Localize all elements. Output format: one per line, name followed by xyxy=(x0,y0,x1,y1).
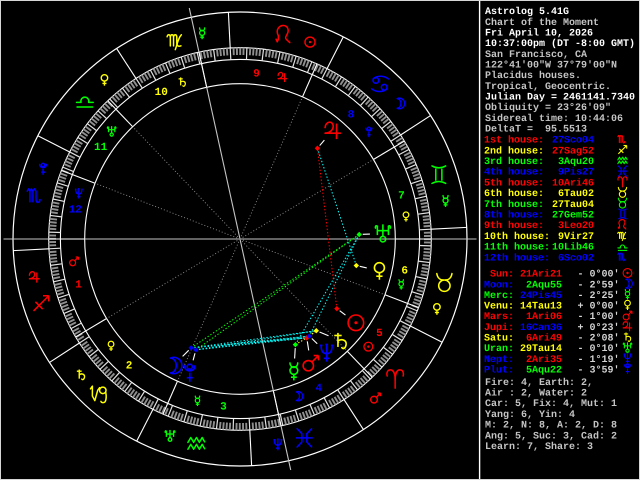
svg-text:Learn: 7, Share: 3: Learn: 7, Share: 3 xyxy=(485,441,593,453)
svg-text:Plut:: Plut: xyxy=(484,364,514,376)
svg-text:9Pis27: 9Pis27 xyxy=(552,167,594,179)
svg-text:10:37:00pm (DT -8:00 GMT): 10:37:00pm (DT -8:00 GMT) xyxy=(485,38,635,50)
svg-text:14Tau13: 14Tau13 xyxy=(520,302,562,313)
svg-text:Mars:: Mars: xyxy=(484,312,514,323)
svg-text:- 1°00': - 1°00' xyxy=(578,311,620,323)
svg-text:122°41'00"W 37°79'00"N: 122°41'00"W 37°79'00"N xyxy=(485,60,617,72)
svg-text:+ 0°23': + 0°23' xyxy=(578,322,620,334)
svg-text:3: 3 xyxy=(220,402,227,414)
svg-text:Placidus houses.: Placidus houses. xyxy=(485,70,581,82)
svg-text:+ 0°00': + 0°00' xyxy=(578,301,620,313)
svg-text:- 3°59': - 3°59' xyxy=(578,364,620,376)
svg-text:DeltaT = 95.5513: DeltaT = 95.5513 xyxy=(485,124,587,136)
svg-text:8: 8 xyxy=(348,109,355,121)
svg-text:Nept:: Nept: xyxy=(484,355,514,366)
svg-text:10th house:: 10th house: xyxy=(484,231,550,243)
svg-text:29Tau14: 29Tau14 xyxy=(520,344,562,355)
svg-text:Uran:: Uran: xyxy=(484,344,514,355)
svg-text:10Ari46: 10Ari46 xyxy=(552,177,594,189)
svg-text:4: 4 xyxy=(315,383,322,395)
svg-text:9Vir27: 9Vir27 xyxy=(552,231,594,243)
svg-text:11th house:: 11th house: xyxy=(484,242,550,254)
svg-text:1st house:: 1st house: xyxy=(484,135,544,147)
svg-text:Chart of the Moment: Chart of the Moment xyxy=(485,17,599,29)
svg-text:8th house:: 8th house: xyxy=(484,210,544,222)
svg-text:5: 5 xyxy=(376,328,383,340)
svg-text:- 0°10': - 0°10' xyxy=(578,343,620,355)
svg-text:Fire: 4, Earth: 2,: Fire: 4, Earth: 2, xyxy=(485,377,593,389)
svg-text:1Ari06: 1Ari06 xyxy=(520,311,562,323)
svg-text:12th house:: 12th house: xyxy=(484,252,550,264)
svg-text:M: 2, N: 8, A: 2, D: 8: M: 2, N: 8, A: 2, D: 8 xyxy=(485,421,617,432)
svg-text:5th house:: 5th house: xyxy=(484,177,544,189)
svg-text:Julian Day = 2461141.7340: Julian Day = 2461141.7340 xyxy=(485,92,635,104)
svg-text:Tropical, Geocentric.: Tropical, Geocentric. xyxy=(485,81,611,93)
svg-text:11: 11 xyxy=(94,142,108,154)
svg-text:Merc:: Merc: xyxy=(484,291,514,302)
svg-text:Astrolog 5.41G: Astrolog 5.41G xyxy=(485,6,569,18)
svg-text:2Ari35: 2Ari35 xyxy=(520,354,562,366)
svg-text:27Sco04: 27Sco04 xyxy=(552,136,594,147)
svg-text:Moon:: Moon: xyxy=(484,280,514,291)
svg-text:- 0°00': - 0°00' xyxy=(578,269,620,281)
svg-text:2nd house:: 2nd house: xyxy=(484,145,544,157)
svg-text:- 2°08': - 2°08' xyxy=(578,333,620,345)
svg-text:7th house:: 7th house: xyxy=(484,199,544,211)
svg-text:Air : 2, Water: 2: Air : 2, Water: 2 xyxy=(485,388,587,400)
svg-text:12: 12 xyxy=(69,204,82,216)
svg-text:San Francisco, CA: San Francisco, CA xyxy=(485,49,587,61)
svg-text:1: 1 xyxy=(75,279,82,291)
svg-text:21Ari21: 21Ari21 xyxy=(520,269,562,281)
svg-text:Car: 5, Fix: 4, Mut: 1: Car: 5, Fix: 4, Mut: 1 xyxy=(485,398,617,410)
svg-text:Jupi:: Jupi: xyxy=(484,322,514,334)
svg-text:- 2°25': - 2°25' xyxy=(578,290,620,302)
svg-text:10: 10 xyxy=(155,87,168,99)
svg-text:24Pis45: 24Pis45 xyxy=(520,290,562,302)
svg-text:27Sag52: 27Sag52 xyxy=(552,146,594,157)
svg-text:2Aqu55: 2Aqu55 xyxy=(520,280,562,291)
svg-text:7: 7 xyxy=(398,191,405,203)
svg-text:3Leo20: 3Leo20 xyxy=(552,221,594,232)
svg-text:Sidereal time: 10:44:06: Sidereal time: 10:44:06 xyxy=(485,113,623,125)
svg-text:6Ari49: 6Ari49 xyxy=(520,333,562,345)
svg-text:Yang: 6, Yin: 4: Yang: 6, Yin: 4 xyxy=(485,409,575,421)
svg-text:- 1°19': - 1°19' xyxy=(578,354,620,366)
svg-text:27Tau04: 27Tau04 xyxy=(552,200,594,211)
svg-text:6Tau02: 6Tau02 xyxy=(552,189,594,200)
svg-text:Sun:: Sun: xyxy=(484,270,514,281)
svg-text:3Aqu20: 3Aqu20 xyxy=(552,157,594,168)
svg-text:5Aqu22: 5Aqu22 xyxy=(520,365,562,376)
svg-text:Ang: 5, Suc: 3, Cad: 2: Ang: 5, Suc: 3, Cad: 2 xyxy=(485,430,617,442)
svg-text:9: 9 xyxy=(253,68,260,80)
svg-text:Obliquity = 23°26'09": Obliquity = 23°26'09" xyxy=(485,102,611,114)
svg-text:6th house:: 6th house: xyxy=(484,188,544,200)
svg-text:- 2°59': - 2°59' xyxy=(578,279,620,291)
svg-text:10Lib46: 10Lib46 xyxy=(552,242,594,254)
svg-text:9th house:: 9th house: xyxy=(484,220,544,232)
svg-text:4th house:: 4th house: xyxy=(484,167,544,179)
svg-text:Venu:: Venu: xyxy=(484,302,514,313)
svg-text:6: 6 xyxy=(401,266,408,278)
svg-text:27Gem52: 27Gem52 xyxy=(552,211,594,222)
svg-text:2: 2 xyxy=(126,361,133,373)
svg-text:6Sco02: 6Sco02 xyxy=(552,253,594,264)
svg-text:Fri April 10, 2026: Fri April 10, 2026 xyxy=(485,28,593,40)
svg-text:16Can36: 16Can36 xyxy=(520,323,562,334)
svg-text:Satu:: Satu: xyxy=(484,334,514,345)
svg-text:3rd house:: 3rd house: xyxy=(484,156,544,168)
